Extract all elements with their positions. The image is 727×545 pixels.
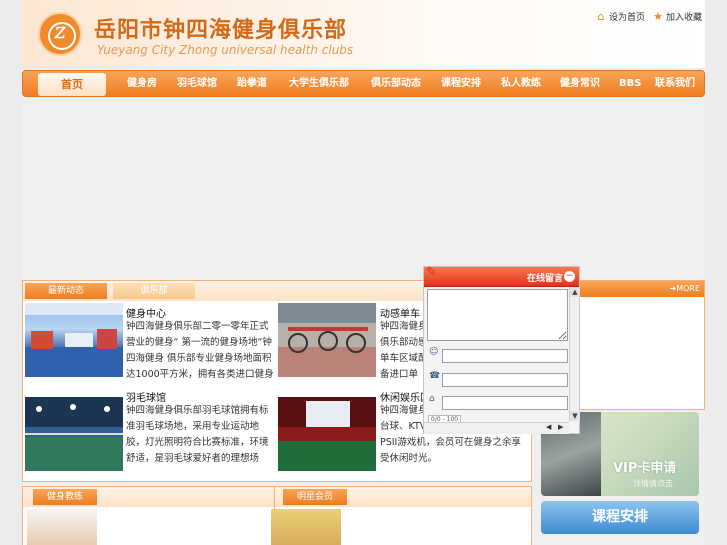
- user-icon: ☺: [429, 347, 439, 357]
- vip-title: VIP卡申请: [613, 461, 677, 476]
- member-photo[interactable]: [271, 509, 341, 545]
- nav-item-badminton[interactable]: 羽毛球馆: [177, 71, 217, 96]
- phone-field[interactable]: [442, 373, 568, 387]
- scroll-right-icon[interactable]: ▶: [558, 423, 563, 431]
- news-image-gym[interactable]: [25, 303, 123, 377]
- nav-item-gym[interactable]: 健身房: [127, 71, 157, 96]
- home-icon: ⌂: [597, 9, 605, 23]
- tab-star-members[interactable]: 明星会员: [283, 489, 347, 505]
- nav-item-schedule[interactable]: 课程安排: [441, 71, 481, 96]
- scroll-up-icon[interactable]: ▲: [570, 287, 580, 297]
- news-title[interactable]: 羽毛球馆: [126, 389, 166, 404]
- news-image-leisure[interactable]: [278, 397, 376, 471]
- message-textarea[interactable]: [427, 289, 568, 341]
- star-icon: ★: [653, 9, 663, 23]
- phone-icon: ☎: [429, 371, 441, 381]
- add-favorite-link[interactable]: ★ 加入收藏: [652, 10, 702, 23]
- news-body: 钟四海健身俱乐部动感单车区域配备进口单车，由专业教练带领，伴随动感音乐，燃烧脂肪…: [380, 321, 428, 380]
- banner-area: [22, 97, 705, 277]
- course-schedule-button[interactable]: 课程安排: [541, 501, 699, 534]
- main-nav: 首页 健身房 羽毛球馆 跆拳道 大学生俱乐部 俱乐部动态 课程安排 私人教练 健…: [22, 70, 705, 97]
- tab-trainers[interactable]: 健身教练: [33, 489, 97, 505]
- popup-horizontal-scrollbar[interactable]: ◀ ▶: [424, 422, 569, 434]
- nav-item-college-club[interactable]: 大学生俱乐部: [289, 71, 349, 96]
- more-label: MORE: [676, 284, 700, 293]
- right-news-panel: ➜MORE: [579, 280, 705, 410]
- trainer-photo[interactable]: [27, 509, 97, 545]
- nav-item-taekwondo[interactable]: 跆拳道: [237, 71, 267, 96]
- scroll-down-icon[interactable]: ▼: [570, 411, 580, 421]
- pencil-icon: ✎: [426, 265, 437, 280]
- news-body: 钟四海健身俱乐部羽毛球馆拥有标准羽毛球场地，采用专业运动地胶，灯光照明符合比赛标…: [126, 405, 269, 464]
- scroll-left-icon[interactable]: ◀: [546, 423, 551, 431]
- vip-subtitle: 详情请点击: [633, 479, 673, 488]
- tab-club[interactable]: 俱乐部: [113, 283, 195, 299]
- popup-vertical-scrollbar[interactable]: ▲ ▼: [569, 287, 580, 421]
- nav-item-personal-trainer[interactable]: 私人教练: [501, 71, 541, 96]
- badminton-photo: [25, 397, 123, 471]
- nav-item-club-news[interactable]: 俱乐部动态: [371, 71, 421, 96]
- news-title[interactable]: 健身中心: [126, 305, 166, 320]
- news-title[interactable]: 动感单车: [380, 305, 420, 320]
- site-title: 岳阳市钟四海健身俱乐部: [94, 18, 348, 43]
- trainers-tabbar: 健身教练: [23, 487, 277, 507]
- members-panel: 明星会员: [271, 486, 532, 545]
- address-field[interactable]: [442, 396, 568, 410]
- name-field[interactable]: [442, 349, 568, 363]
- popup-header-label: 在线留言: [526, 274, 563, 284]
- nav-item-bbs[interactable]: BBS: [619, 71, 641, 96]
- site-subtitle: Yueyang City Zhong universal health club…: [97, 43, 354, 57]
- popup-header: ✎ 在线留言 −: [424, 265, 579, 287]
- gym-photo: [25, 303, 123, 377]
- tab-latest-news[interactable]: 最新动态: [25, 283, 107, 299]
- members-tabbar: 明星会员: [275, 487, 531, 507]
- leisure-photo: [278, 401, 376, 471]
- popup-close-button[interactable]: −: [564, 271, 575, 282]
- set-home-link[interactable]: ⌂ 设为首页: [595, 9, 646, 23]
- add-favorite-label: 加入收藏: [666, 13, 703, 23]
- news-body: 钟四海健身俱乐部二零一零年正式营业的健身“ 第一流的健身场地“钟四海健身 俱乐部…: [126, 321, 274, 380]
- set-home-label: 设为首页: [609, 13, 646, 23]
- nav-item-fitness-tips[interactable]: 健身常识: [560, 71, 600, 96]
- news-image-spinning[interactable]: [278, 303, 376, 377]
- more-link[interactable]: ➜MORE: [580, 281, 704, 297]
- trainers-panel: 健身教练: [22, 486, 278, 545]
- logo[interactable]: 𝑍: [38, 12, 82, 56]
- site-header: 𝑍 岳阳市钟四海健身俱乐部 Yueyang City Zhong univers…: [22, 0, 705, 68]
- news-image-badminton[interactable]: [25, 397, 123, 471]
- message-popup: ✎ 在线留言 − ☺ ☎ ⌂ ▲ ▼ 0/0 - 100 ◀ ▶: [423, 265, 580, 434]
- nav-item-contact[interactable]: 联系我们: [655, 71, 695, 96]
- logo-glyph: 𝑍: [55, 24, 66, 42]
- home-address-icon: ⌂: [429, 394, 435, 404]
- nav-home[interactable]: 首页: [38, 73, 106, 96]
- spinning-photo: [278, 303, 376, 377]
